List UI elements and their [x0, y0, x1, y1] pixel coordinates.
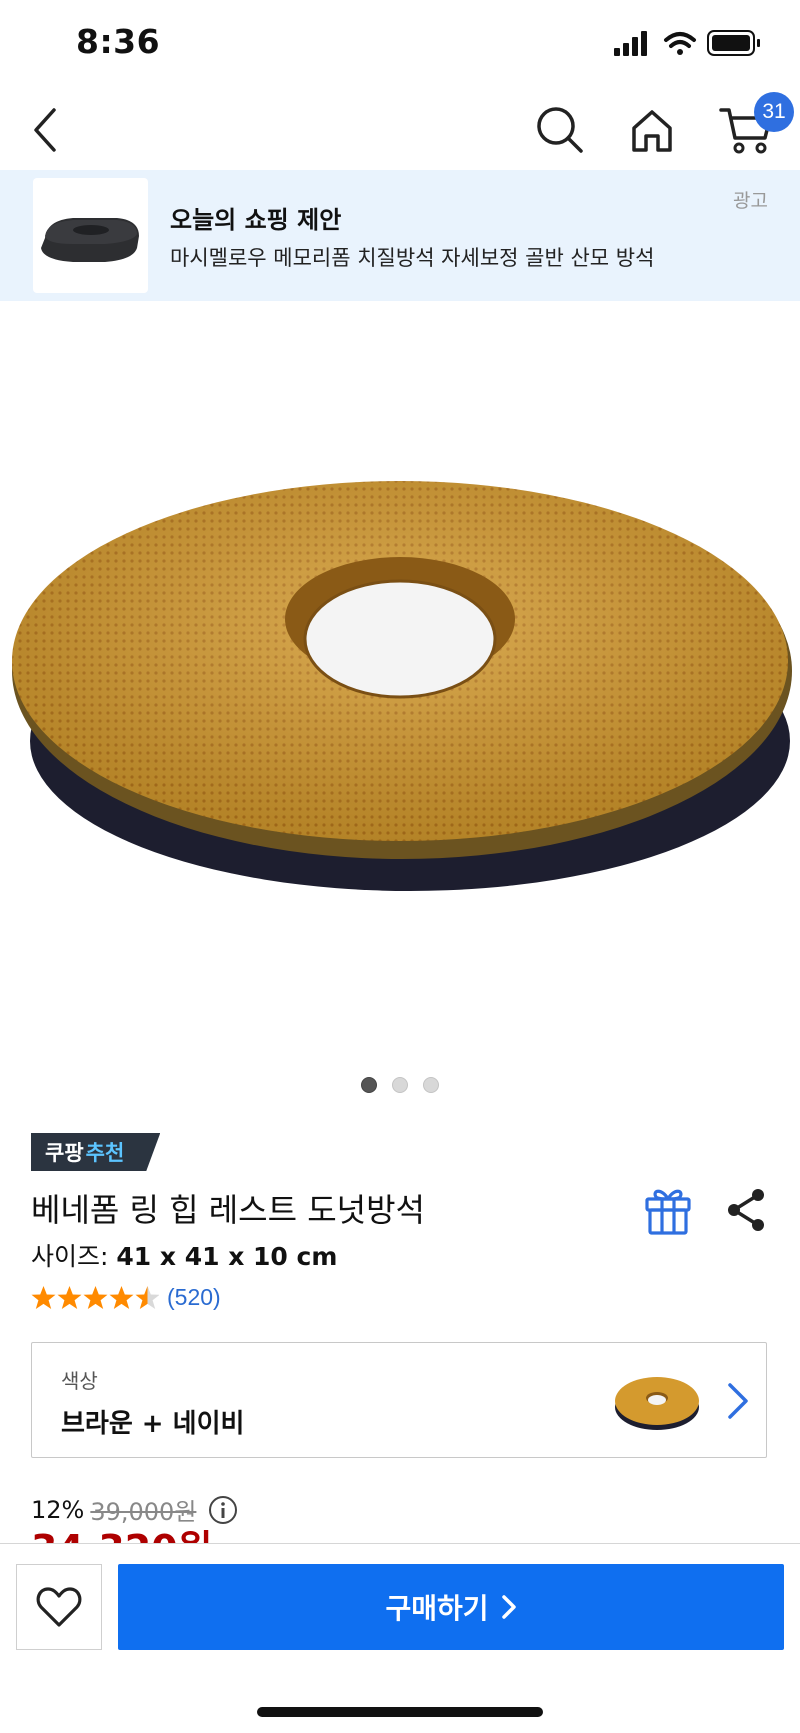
buy-now-button[interactable]: 구매하기: [118, 1564, 784, 1650]
coupang-recommend-badge: 쿠팡 추천: [31, 1133, 160, 1171]
option-value: 브라운 + 네이비: [61, 1409, 245, 1439]
bottom-action-bar: 구매하기: [0, 1543, 800, 1733]
half-star-icon: [135, 1286, 159, 1309]
product-size: 사이즈: 41 x 41 x 10 cm: [31, 1237, 337, 1273]
product-image: [12, 481, 792, 891]
gift-button[interactable]: [640, 1182, 696, 1238]
share-button[interactable]: [720, 1184, 772, 1236]
status-bar: 8:36: [0, 0, 800, 88]
gallery-dot[interactable]: [423, 1077, 439, 1093]
heart-icon: [36, 1587, 82, 1627]
search-button[interactable]: [530, 100, 590, 160]
gallery-dot[interactable]: [392, 1077, 408, 1093]
share-icon: [728, 1189, 764, 1231]
home-icon: [632, 110, 672, 152]
info-icon[interactable]: [208, 1495, 238, 1525]
buy-label: 구매하기: [385, 1592, 489, 1625]
ad-banner[interactable]: 오늘의 쇼핑 제안 마시멜로우 메모리폼 치질방석 자세보정 골반 산모 방석 …: [0, 170, 800, 301]
gift-icon: [645, 1189, 691, 1235]
badge-prefix: 쿠팡: [45, 1141, 84, 1165]
cart-count-badge: 31: [754, 92, 794, 132]
badge-suffix: 추천: [85, 1141, 125, 1165]
home-indicator: [257, 1707, 543, 1717]
ad-thumbnail: [33, 178, 148, 293]
discount-rate: 12%: [31, 1495, 85, 1524]
star-icon: [31, 1286, 56, 1309]
original-price: 39,000원: [90, 1498, 197, 1526]
ad-title: 오늘의 쇼핑 제안: [170, 206, 342, 234]
home-button[interactable]: [622, 100, 682, 160]
wishlist-button[interactable]: [16, 1564, 102, 1650]
search-icon: [537, 107, 583, 153]
price-row: 12% 39,000원: [31, 1492, 238, 1527]
size-label: 사이즈:: [31, 1242, 109, 1271]
ad-tag: 광고: [733, 190, 768, 212]
seat-cushion-image: [41, 218, 139, 262]
back-button[interactable]: [16, 100, 76, 160]
signal-icon: [614, 31, 647, 56]
star-icon: [57, 1286, 82, 1309]
rating-count[interactable]: (520): [167, 1284, 221, 1311]
gallery-indicator: [0, 1077, 800, 1097]
back-icon: [34, 108, 56, 152]
chevron-right-icon: [728, 1383, 748, 1419]
gallery-dot[interactable]: [361, 1077, 377, 1093]
option-label: 색상: [61, 1369, 98, 1393]
star-rating: [31, 1286, 159, 1309]
color-option-selector[interactable]: 색상 브라운 + 네이비: [31, 1342, 767, 1458]
product-rating[interactable]: (520): [31, 1280, 221, 1314]
sale-price: 34,320원: [31, 1530, 213, 1544]
star-icon: [83, 1286, 108, 1309]
product-image-gallery[interactable]: [0, 301, 800, 1061]
status-icons: [614, 30, 760, 56]
product-title: 베네폼 링 힙 레스트 도넛방석: [31, 1191, 425, 1229]
battery-icon: [707, 30, 760, 56]
size-value: 41 x 41 x 10 cm: [116, 1242, 338, 1271]
ad-description: 마시멜로우 메모리폼 치질방석 자세보정 골반 산모 방석: [170, 246, 655, 270]
star-icon: [109, 1286, 134, 1309]
option-thumbnail: [615, 1377, 699, 1430]
nav-bar: [0, 88, 800, 170]
wifi-icon: [664, 32, 696, 55]
chevron-right-icon: [501, 1595, 516, 1619]
